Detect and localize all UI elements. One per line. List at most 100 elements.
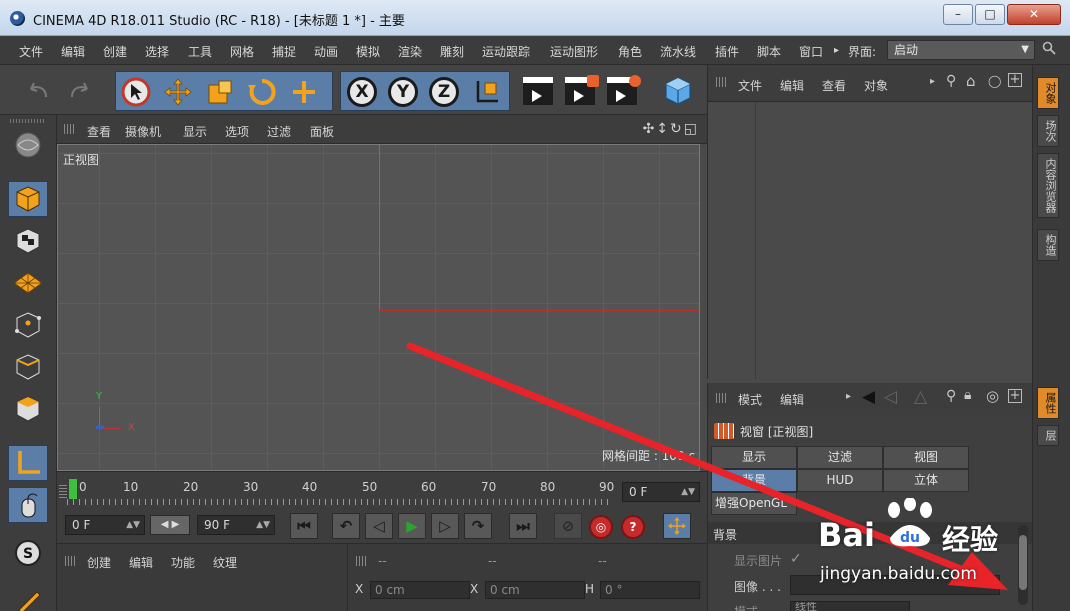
side-tab-objects[interactable]: 对象 (1037, 77, 1059, 109)
make-editable-button[interactable] (8, 127, 48, 163)
side-tab-structure[interactable]: 构造 (1037, 229, 1059, 261)
menu-create[interactable]: 创建 (103, 43, 127, 60)
menu-simulate[interactable]: 模拟 (356, 43, 380, 60)
menu-character[interactable]: 角色 (618, 43, 642, 60)
side-tab-takes[interactable]: 场次 (1037, 115, 1059, 147)
z-axis-lock-button[interactable]: Z (426, 74, 462, 110)
material-menu-edit[interactable]: 编辑 (129, 554, 153, 571)
tab-hud[interactable]: HUD (797, 469, 883, 492)
live-selection-button[interactable] (118, 74, 154, 110)
viewport-menu-filter[interactable]: 过滤 (267, 123, 291, 140)
autokey-button[interactable]: ◎ (589, 515, 613, 539)
viewport-menu-options[interactable]: 选项 (225, 123, 249, 140)
polygons-mode-button[interactable] (8, 391, 48, 427)
rotate-tool-button[interactable] (244, 74, 280, 110)
next-frame-button[interactable]: ▷ (431, 513, 459, 539)
menu-mesh[interactable]: 网格 (230, 43, 254, 60)
end-frame-field[interactable]: 90 F ▲▼ (197, 515, 275, 535)
object-menu-edit[interactable]: 编辑 (780, 77, 804, 94)
render-view-button[interactable] (520, 73, 556, 109)
viewport-menu-panel[interactable]: 面板 (310, 123, 334, 140)
editor-viewport[interactable]: 正视图 Y X 网格间距 : 100 c (57, 144, 700, 471)
lock-icon[interactable]: 🔒︎ (964, 387, 971, 403)
attribute-menu-edit[interactable]: 编辑 (780, 391, 804, 408)
current-frame-field[interactable]: 0 F ▲▼ (622, 482, 700, 502)
workplane-mode-button[interactable] (8, 265, 48, 301)
forward-arrow-icon[interactable]: ◁ (884, 387, 897, 407)
tab-background[interactable]: 背景 (711, 469, 797, 492)
dolly-view-icon[interactable]: ↕ (656, 121, 670, 137)
viewport-menu-view[interactable]: 查看 (87, 123, 111, 140)
attribute-menu-mode[interactable]: 模式 (738, 391, 762, 408)
recent-tool-button[interactable] (286, 74, 322, 110)
axis-mode-button[interactable] (8, 445, 48, 481)
object-menu-file[interactable]: 文件 (738, 77, 762, 94)
snap-button[interactable]: S (8, 535, 48, 571)
scale-tool-button[interactable] (202, 74, 238, 110)
coordinate-system-button[interactable] (469, 74, 505, 110)
menu-script[interactable]: 脚本 (757, 43, 781, 60)
image-path-field[interactable] (790, 575, 1000, 595)
menu-animate[interactable]: 动画 (314, 43, 338, 60)
menu-tools[interactable]: 工具 (188, 43, 212, 60)
record-keys-button[interactable]: ⊘ (554, 513, 582, 539)
menu-render[interactable]: 渲染 (398, 43, 422, 60)
rotation-h-field[interactable]: 0 ° (600, 581, 700, 599)
position-x-field[interactable]: 0 cm (370, 581, 470, 599)
home-icon[interactable]: ⌂ (966, 72, 976, 90)
position-key-button[interactable] (663, 513, 691, 539)
more-menu-arrow-icon[interactable]: ▸ (930, 76, 935, 87)
minimize-button[interactable]: – (943, 4, 973, 25)
tab-stereoscopic[interactable]: 立体 (883, 469, 969, 492)
start-frame-field[interactable]: 0 F ▲▼ (65, 515, 145, 535)
maximize-view-icon[interactable]: ◱ (684, 121, 699, 137)
close-button[interactable]: ✕ (1007, 4, 1061, 25)
layout-select[interactable]: 启动 ▼ (887, 40, 1035, 60)
more-menu-arrow-icon[interactable]: ▸ (846, 391, 851, 402)
move-tool-button[interactable] (160, 74, 196, 110)
back-arrow-icon[interactable]: ◀ (862, 387, 875, 407)
size-x-field[interactable]: 0 cm (485, 581, 585, 599)
move-view-icon[interactable]: ✣ (643, 121, 657, 137)
edges-mode-button[interactable] (8, 349, 48, 385)
y-axis-lock-button[interactable]: Y (385, 74, 421, 110)
viewport-menu-cameras[interactable]: 摄像机 (125, 123, 161, 140)
side-tab-attributes[interactable]: 属性 (1037, 387, 1059, 419)
render-to-picture-viewer-button[interactable] (562, 73, 599, 109)
tab-filter[interactable]: 过滤 (797, 446, 883, 469)
playhead[interactable] (69, 479, 77, 499)
menu-window[interactable]: 窗口 (799, 43, 823, 60)
texture-mode-button[interactable] (8, 223, 48, 259)
menu-select[interactable]: 选择 (145, 43, 169, 60)
mode-select[interactable]: 线性 (790, 601, 910, 611)
tab-enhanced-opengl[interactable]: 增强OpenGL (711, 492, 797, 515)
timeline-ruler[interactable]: 0 10 20 30 40 50 60 70 80 90 0 F ▲▼ (57, 471, 707, 509)
tweak-mode-button[interactable] (8, 487, 48, 523)
search-icon[interactable]: ⚲ (946, 388, 956, 404)
keyframe-selection-button[interactable]: ? (621, 515, 645, 539)
material-menu-create[interactable]: 创建 (87, 554, 111, 571)
x-axis-lock-button[interactable]: X (344, 74, 380, 110)
side-tab-content-browser[interactable]: 内容浏览器 (1037, 153, 1059, 218)
object-manager-list[interactable] (707, 102, 1032, 379)
go-to-start-button[interactable]: ⏮ (290, 513, 318, 539)
menu-file[interactable]: 文件 (19, 43, 43, 60)
menu-pipeline[interactable]: 流水线 (660, 43, 696, 60)
spinner-icon[interactable]: ▲▼ (256, 516, 270, 534)
new-manager-icon[interactable]: + (1008, 389, 1022, 403)
previous-frame-button[interactable]: ◁ (365, 513, 393, 539)
material-menu-texture[interactable]: 纹理 (213, 554, 237, 571)
menu-plugins[interactable]: 插件 (715, 43, 739, 60)
menu-edit[interactable]: 编辑 (61, 43, 85, 60)
side-tab-layers[interactable]: 层 (1037, 425, 1059, 446)
object-menu-objects[interactable]: 对象 (864, 77, 888, 94)
redo-button[interactable] (62, 73, 98, 109)
rotate-view-icon[interactable]: ↻ (670, 121, 684, 137)
model-mode-button[interactable] (8, 181, 48, 217)
object-menu-view[interactable]: 查看 (822, 77, 846, 94)
go-to-end-button[interactable]: ⏭ (509, 513, 537, 539)
new-manager-icon[interactable]: + (1008, 73, 1022, 87)
play-button[interactable]: ▶ (398, 513, 426, 539)
tab-view[interactable]: 视图 (883, 446, 969, 469)
menu-mograph[interactable]: 运动图形 (550, 43, 598, 60)
